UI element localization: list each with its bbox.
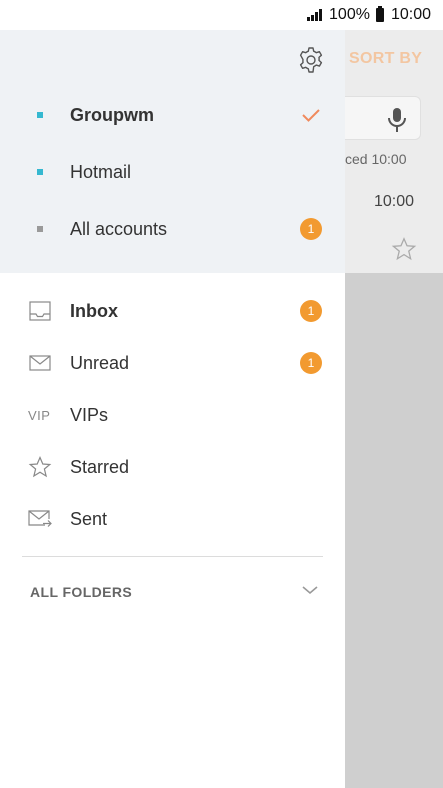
clock: 10:00 <box>390 6 431 23</box>
unread-count-badge: 1 <box>300 300 322 322</box>
folder-item-vips[interactable]: VIP VIPs <box>0 391 345 439</box>
folder-item-inbox[interactable]: Inbox 1 <box>0 287 345 335</box>
divider <box>22 556 323 557</box>
sort-by-button[interactable]: SORT BY <box>349 50 422 68</box>
synced-status: ced 10:00 <box>345 151 407 167</box>
star-icon <box>28 455 52 479</box>
star-icon[interactable] <box>391 236 417 262</box>
battery-percentage: 100% <box>329 6 370 23</box>
vip-icon: VIP <box>28 407 51 423</box>
battery-icon <box>375 6 384 22</box>
search-bar[interactable] <box>345 96 421 140</box>
microphone-icon[interactable] <box>385 106 409 134</box>
folder-label: Sent <box>70 508 108 529</box>
checkmark-icon <box>302 109 320 122</box>
signal-icon <box>307 9 323 21</box>
account-item-all-accounts[interactable]: All accounts 1 <box>0 204 345 254</box>
account-label: All accounts <box>70 218 168 239</box>
all-folders-label: ALL FOLDERS <box>30 584 133 600</box>
gear-icon[interactable] <box>297 46 325 74</box>
folder-item-sent[interactable]: Sent <box>0 495 345 543</box>
inbox-icon <box>28 299 52 323</box>
all-folders-toggle[interactable]: ALL FOLDERS <box>0 570 345 614</box>
account-color-dot <box>37 169 43 175</box>
unread-count-badge: 1 <box>300 352 322 374</box>
background-mail-app[interactable]: SORT BY ced 10:00 10:00 <box>345 30 443 788</box>
account-item-groupwm[interactable]: Groupwm <box>0 90 345 140</box>
account-item-hotmail[interactable]: Hotmail <box>0 147 345 197</box>
folder-label: VIPs <box>70 404 109 425</box>
account-color-dot <box>37 226 43 232</box>
sent-mail-icon <box>28 507 52 531</box>
account-panel: Groupwm Hotmail All accounts 1 <box>0 30 345 273</box>
navigation-drawer: Groupwm Hotmail All accounts 1 Inbox 1 U… <box>0 30 345 788</box>
message-time: 10:00 <box>374 193 415 210</box>
folder-label: Starred <box>70 456 130 477</box>
folder-label: Inbox <box>70 300 118 321</box>
folder-item-unread[interactable]: Unread 1 <box>0 339 345 387</box>
folder-item-starred[interactable]: Starred <box>0 443 345 491</box>
account-label: Groupwm <box>70 104 154 125</box>
unread-count-badge: 1 <box>300 218 322 240</box>
account-color-dot <box>37 112 43 118</box>
account-label: Hotmail <box>70 161 132 182</box>
background-header: SORT BY ced 10:00 10:00 <box>345 30 443 273</box>
folder-label: Unread <box>70 352 130 373</box>
chevron-down-icon <box>302 586 318 595</box>
status-bar: 100% 10:00 <box>0 0 443 30</box>
envelope-icon <box>28 351 52 375</box>
